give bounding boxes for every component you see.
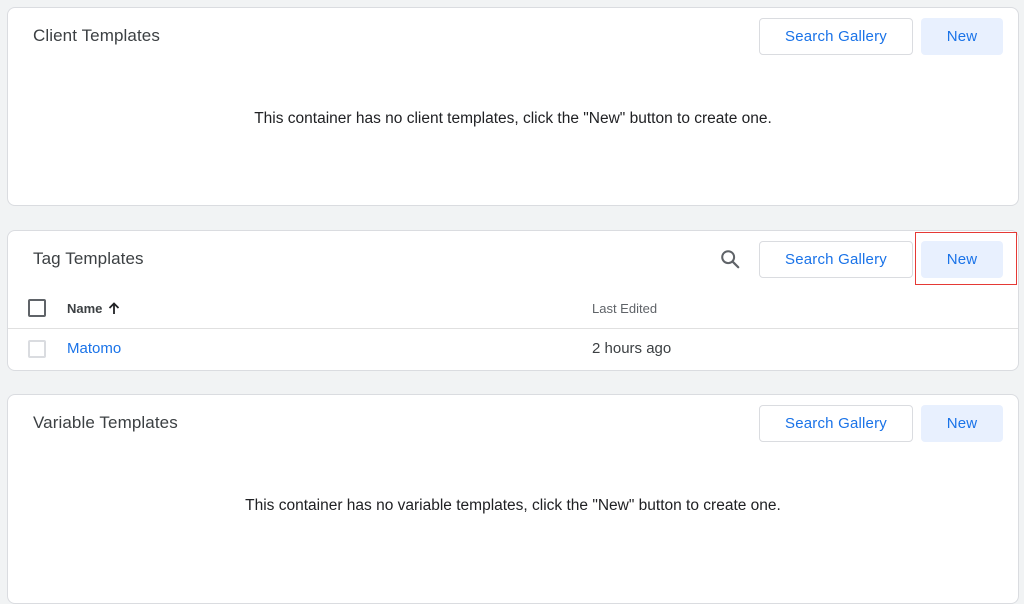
search-icon[interactable] bbox=[719, 248, 741, 270]
client-new-button[interactable]: New bbox=[921, 18, 1003, 55]
variable-new-button[interactable]: New bbox=[921, 405, 1003, 442]
client-templates-card: Client Templates Search Gallery New This… bbox=[7, 7, 1019, 206]
client-templates-empty-message: This container has no client templates, … bbox=[254, 110, 772, 127]
tag-templates-card: Tag Templates Search Gallery New Name La… bbox=[7, 230, 1019, 371]
variable-templates-empty-message: This container has no variable templates… bbox=[245, 497, 781, 514]
variable-templates-title: Variable Templates bbox=[33, 413, 178, 432]
template-name-link[interactable]: Matomo bbox=[67, 340, 121, 357]
tag-templates-title: Tag Templates bbox=[33, 249, 144, 268]
row-checkbox[interactable] bbox=[28, 340, 46, 358]
table-divider bbox=[8, 328, 1018, 329]
variable-templates-card: Variable Templates Search Gallery New Th… bbox=[7, 394, 1019, 604]
name-column-header[interactable]: Name bbox=[67, 301, 120, 316]
last-edited-column-header: Last Edited bbox=[592, 301, 658, 316]
client-templates-title: Client Templates bbox=[33, 26, 160, 45]
select-all-checkbox[interactable] bbox=[28, 299, 46, 317]
client-search-gallery-button[interactable]: Search Gallery bbox=[759, 18, 913, 55]
template-last-edited: 2 hours ago bbox=[592, 340, 672, 357]
tag-new-button[interactable]: New bbox=[921, 241, 1003, 278]
name-column-label: Name bbox=[67, 301, 103, 316]
tag-search-gallery-button[interactable]: Search Gallery bbox=[759, 241, 913, 278]
variable-search-gallery-button[interactable]: Search Gallery bbox=[759, 405, 913, 442]
arrow-up-icon bbox=[109, 302, 120, 314]
